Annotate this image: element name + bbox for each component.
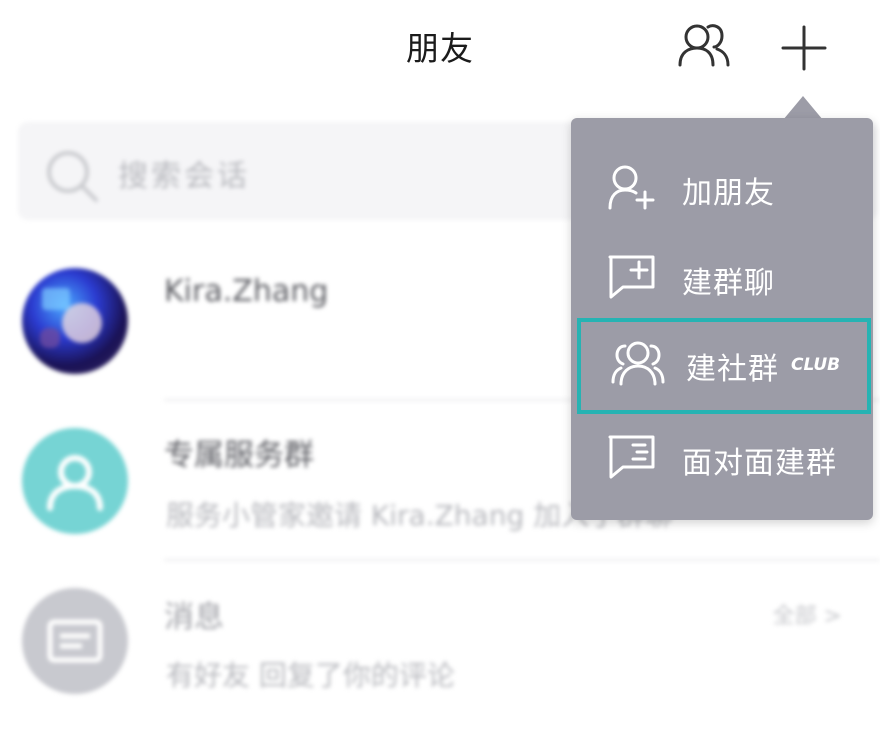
menu-pointer: [783, 96, 823, 120]
plus-dropdown-menu: 加朋友 建群聊 建社群 CLUB 面对面建群: [571, 118, 873, 520]
avatar: [22, 268, 128, 374]
group-avatar: [22, 428, 128, 534]
conversation-name: Kira.Zhang: [164, 274, 329, 309]
conversation-row[interactable]: 消息 全部 > 有好友 回复了你的评论: [0, 560, 880, 720]
message-avatar: [22, 588, 128, 694]
menu-item-label: 加朋友: [682, 176, 775, 211]
search-icon: [42, 146, 102, 210]
conversation-name: 专属服务群: [164, 438, 314, 473]
community-icon: [611, 340, 665, 386]
menu-item-label: 面对面建群: [682, 446, 837, 481]
menu-item-face-to-face-group[interactable]: 面对面建群: [571, 412, 873, 502]
club-badge: CLUB: [791, 355, 841, 375]
menu-item-new-group-chat[interactable]: 建群聊: [571, 232, 873, 322]
menu-item-label: 建群聊: [682, 266, 775, 301]
face-to-face-icon: [607, 434, 657, 480]
add-friend-icon: [607, 164, 657, 210]
conversation-preview: 有好友 回复了你的评论: [166, 659, 455, 692]
conversation-name: 消息: [164, 600, 224, 635]
search-placeholder: 搜索会话: [118, 159, 250, 194]
new-group-chat-icon: [607, 254, 657, 300]
menu-item-add-friend[interactable]: 加朋友: [571, 142, 873, 232]
menu-item-create-community[interactable]: 建社群 CLUB: [577, 318, 871, 414]
menu-item-label: 建社群: [686, 352, 779, 387]
view-all-link[interactable]: 全部 >: [773, 598, 842, 630]
